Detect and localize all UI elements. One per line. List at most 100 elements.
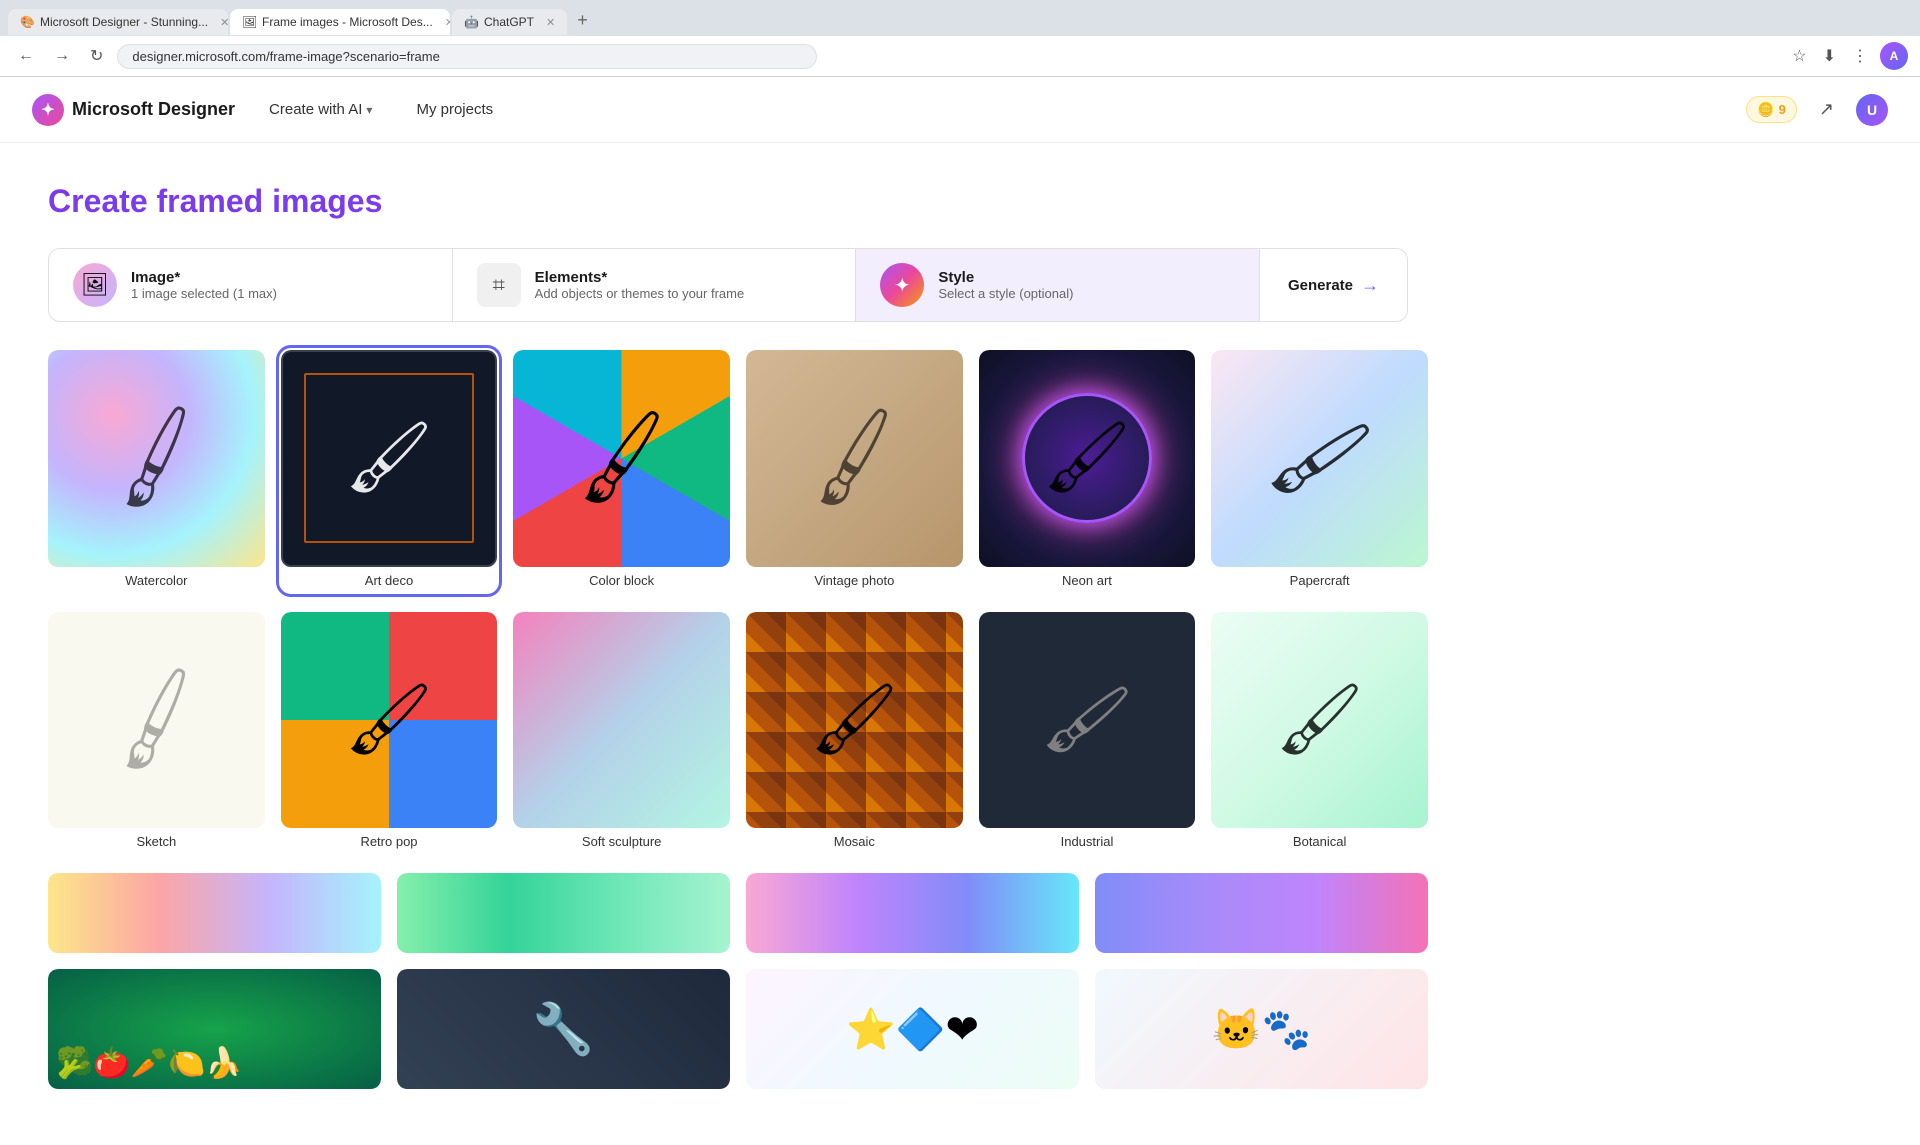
- bottom-banner-2[interactable]: 🔧: [397, 969, 730, 1089]
- style-thumbnail-retro: [281, 612, 498, 829]
- style-option-text: Style Select a style (optional): [938, 269, 1073, 301]
- image-section[interactable]: 🖼 Image* 1 image selected (1 max): [49, 249, 453, 321]
- reload-button[interactable]: ↻: [84, 44, 109, 68]
- bottom-banner-image-1: 🥦🍅🥕🍋🍌: [48, 969, 381, 1089]
- url-bar[interactable]: designer.microsoft.com/frame-image?scena…: [117, 44, 817, 69]
- tab-chatgpt[interactable]: 🤖 ChatGPT ✕: [452, 9, 567, 35]
- generate-button[interactable]: Generate →: [1260, 249, 1407, 321]
- style-label-neon: Neon art: [979, 573, 1196, 592]
- style-sublabel: Select a style (optional): [938, 286, 1073, 301]
- image-sublabel: 1 image selected (1 max): [131, 286, 277, 301]
- brand-logo-area[interactable]: ✦ Microsoft Designer: [32, 94, 235, 126]
- tab-close-1[interactable]: ✕: [220, 16, 228, 29]
- style-label-retro: Retro pop: [281, 834, 498, 853]
- tab-frame-images[interactable]: 🖼 Frame images - Microsoft Des... ✕: [230, 9, 450, 35]
- image-icon: 🖼: [73, 263, 117, 307]
- style-thumbnail-papercraft: [1211, 350, 1428, 567]
- address-bar: ← → ↻ designer.microsoft.com/frame-image…: [0, 35, 1920, 76]
- brand-name: Microsoft Designer: [72, 99, 235, 120]
- style-thumbnail-industrial: [979, 612, 1196, 829]
- style-grid-row1: Watercolor Art deco Color block Vintage …: [48, 350, 1428, 592]
- page-title: Create framed images: [48, 183, 1872, 220]
- style-icon: ✦: [880, 263, 924, 307]
- tab-label-3: ChatGPT: [484, 15, 534, 29]
- style-label-sketch: Sketch: [48, 834, 265, 853]
- page-title-plain: Create: [48, 183, 157, 219]
- generate-label: Generate: [1288, 277, 1353, 294]
- settings-icon[interactable]: ⋮: [1848, 42, 1872, 70]
- nav-create-ai[interactable]: Create with AI ▾: [259, 95, 382, 124]
- image-label: Image*: [131, 269, 277, 286]
- style-vintage[interactable]: Vintage photo: [746, 350, 963, 592]
- style-thumbnail-artdeco: [281, 350, 498, 567]
- style-artdeco[interactable]: Art deco: [281, 350, 498, 592]
- style-label: Style: [938, 269, 1073, 286]
- elements-section[interactable]: ⌗ Elements* Add objects or themes to you…: [453, 249, 857, 321]
- banner-item-4[interactable]: [1095, 873, 1428, 953]
- tab-microsoft-designer[interactable]: 🎨 Microsoft Designer - Stunning... ✕: [8, 9, 228, 35]
- tab-close-3[interactable]: ✕: [546, 16, 555, 29]
- style-grid-row2: Sketch Retro pop Soft sculpture Mosaic I…: [48, 612, 1428, 854]
- elements-label: Elements*: [535, 269, 745, 286]
- style-thumbnail-botanical: [1211, 612, 1428, 829]
- style-mosaic[interactable]: Mosaic: [746, 612, 963, 854]
- style-retro[interactable]: Retro pop: [281, 612, 498, 854]
- style-section[interactable]: ✦ Style Select a style (optional): [856, 249, 1260, 321]
- main-content: Create framed images 🖼 Image* 1 image se…: [0, 143, 1920, 1145]
- coins-badge[interactable]: 🪙 9: [1746, 96, 1797, 123]
- chevron-down-icon: ▾: [366, 103, 372, 117]
- header-right: 🪙 9 ↗ U: [1746, 93, 1888, 126]
- new-tab-button[interactable]: +: [569, 6, 596, 35]
- style-label-soft: Soft sculpture: [513, 834, 730, 853]
- style-watercolor[interactable]: Watercolor: [48, 350, 265, 592]
- bottom-banner-4[interactable]: 🐱🐾: [1095, 969, 1428, 1089]
- nav-my-projects[interactable]: My projects: [406, 95, 503, 124]
- forward-button[interactable]: →: [48, 45, 76, 67]
- tab-favicon-3: 🤖: [464, 15, 478, 29]
- style-soft[interactable]: Soft sculpture: [513, 612, 730, 854]
- tab-close-2[interactable]: ✕: [445, 16, 450, 29]
- browser-profile-button[interactable]: A: [1880, 42, 1908, 70]
- brand-icon: ✦: [32, 94, 64, 126]
- page-title-accent: framed images: [157, 183, 383, 219]
- download-icon[interactable]: ⬇: [1819, 42, 1840, 70]
- banner-row-1: [48, 873, 1428, 953]
- style-botanical[interactable]: Botanical: [1211, 612, 1428, 854]
- bookmark-icon[interactable]: ☆: [1788, 42, 1810, 70]
- style-label-watercolor: Watercolor: [48, 573, 265, 592]
- style-thumbnail-neon: [979, 350, 1196, 567]
- bottom-banner-1[interactable]: 🥦🍅🥕🍋🍌: [48, 969, 381, 1089]
- user-avatar[interactable]: U: [1856, 94, 1888, 126]
- banner-item-2[interactable]: [397, 873, 730, 953]
- tab-label-1: Microsoft Designer - Stunning...: [40, 15, 208, 29]
- share-button[interactable]: ↗: [1813, 93, 1840, 126]
- banner-item-3[interactable]: [746, 873, 1079, 953]
- elements-sublabel: Add objects or themes to your frame: [535, 286, 745, 301]
- browser-actions: ☆ ⬇ ⋮ A: [1788, 42, 1908, 70]
- style-neon[interactable]: Neon art: [979, 350, 1196, 592]
- generate-arrow-icon: →: [1361, 275, 1379, 296]
- options-bar: 🖼 Image* 1 image selected (1 max) ⌗ Elem…: [48, 248, 1408, 322]
- bottom-banner-image-2: 🔧: [397, 969, 730, 1089]
- image-option-text: Image* 1 image selected (1 max): [131, 269, 277, 301]
- style-label-artdeco: Art deco: [281, 573, 498, 592]
- banner-item-1[interactable]: [48, 873, 381, 953]
- style-sketch[interactable]: Sketch: [48, 612, 265, 854]
- style-label-industrial: Industrial: [979, 834, 1196, 853]
- elements-option-text: Elements* Add objects or themes to your …: [535, 269, 745, 301]
- style-thumbnail-sketch: [48, 612, 265, 829]
- style-thumbnail-watercolor: [48, 350, 265, 567]
- bottom-banner-image-4: 🐱🐾: [1095, 969, 1428, 1089]
- style-thumbnail-soft: [513, 612, 730, 829]
- style-colorblock[interactable]: Color block: [513, 350, 730, 592]
- style-industrial[interactable]: Industrial: [979, 612, 1196, 854]
- style-thumbnail-mosaic: [746, 612, 963, 829]
- nav-my-projects-label: My projects: [416, 101, 493, 118]
- browser-chrome: 🎨 Microsoft Designer - Stunning... ✕ 🖼 F…: [0, 0, 1920, 77]
- style-label-colorblock: Color block: [513, 573, 730, 592]
- style-label-papercraft: Papercraft: [1211, 573, 1428, 592]
- back-button[interactable]: ←: [12, 45, 40, 67]
- bottom-banner-3[interactable]: ⭐🔷❤: [746, 969, 1079, 1089]
- style-papercraft[interactable]: Papercraft: [1211, 350, 1428, 592]
- style-label-vintage: Vintage photo: [746, 573, 963, 592]
